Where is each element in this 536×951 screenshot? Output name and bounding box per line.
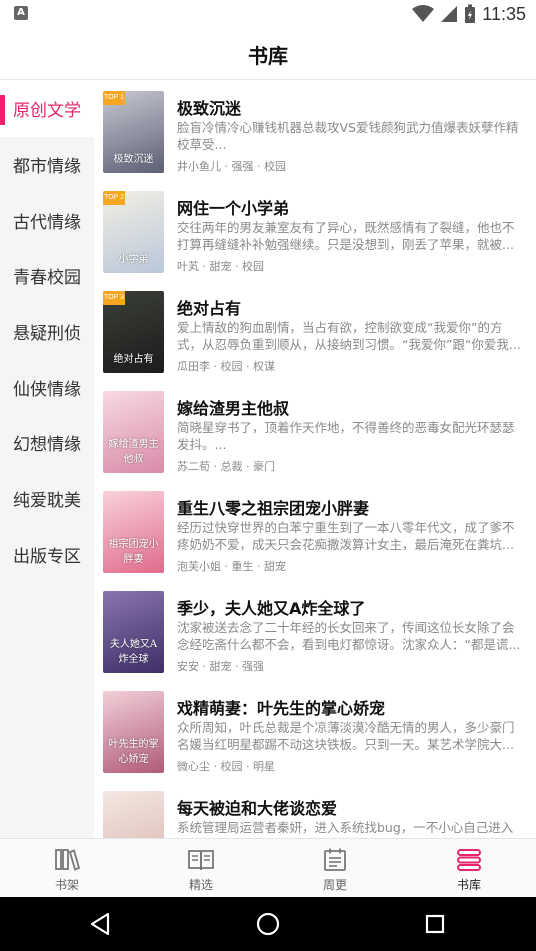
cover-title: 叶先生的掌心娇宠 — [108, 739, 159, 765]
book-title: 嫁给渣男主他叔 — [177, 399, 290, 418]
calendar-icon — [321, 847, 349, 873]
category-label: 古代情缘 — [13, 212, 81, 233]
book-title: 季少，夫人她又A炸全球了 — [177, 599, 366, 618]
recents-button[interactable] — [419, 908, 451, 940]
book-description: 交往两年的男友兼室友有了异心，既然感情有了裂缝，他也不打算再缝缝补补勉强继续。只… — [177, 220, 515, 252]
notification-a-icon: A — [14, 6, 28, 20]
book-description: 爱上情敌的狗血剧情，当占有欲，控制欲变成“我爱你”的方式，从忍辱负重到顺从，从接… — [177, 320, 521, 352]
clock: 11:35 — [482, 3, 526, 24]
category-item-fantasy[interactable]: 幻想情缘 — [0, 415, 94, 471]
category-item-ancient[interactable]: 古代情缘 — [0, 192, 94, 248]
book-tags: 泡芙小姐 · 重生 · 甜宠 — [177, 560, 286, 573]
category-item-urban[interactable]: 都市情缘 — [0, 137, 94, 193]
book-title: 绝对占有 — [177, 299, 242, 318]
book-title: 极致沉迷 — [177, 99, 242, 118]
book-tags: 苏二荀 · 总裁 · 豪门 — [177, 460, 275, 473]
tab-weekly[interactable]: 周更 — [268, 839, 402, 897]
header: 书库 — [0, 28, 536, 80]
category-label: 出版专区 — [13, 546, 81, 567]
library-stack-icon — [455, 847, 483, 873]
book-item[interactable]: TOP 3 绝对占有 绝对占有 爱上情敌的狗血剧情，当占有欲，控制欲变成“我爱你… — [94, 281, 536, 381]
book-tags: 叶芄 · 甜宠 · 校园 — [177, 260, 264, 273]
category-item-bl[interactable]: 纯爱耽美 — [0, 471, 94, 527]
page-title: 书库 — [248, 44, 288, 68]
book-cover: TOP 3 绝对占有 — [103, 291, 164, 373]
book-item[interactable]: 祖宗团宠小胖妻 重生八零之祖宗团宠小胖妻 经历过快穿世界的白苯宁重生到了一本八零… — [94, 481, 536, 581]
tab-label: 书架 — [54, 878, 79, 892]
bottom-tab-bar: 书架 精选 周更 书库 — [0, 838, 536, 897]
book-cover: 祖宗团宠小胖妻 — [103, 491, 164, 573]
open-book-icon — [187, 847, 215, 873]
book-title: 网住一个小学弟 — [177, 199, 290, 218]
cover-title: 小学弟 — [118, 254, 149, 265]
book-title: 戏精萌妻：叶先生的掌心娇宠 — [177, 699, 386, 718]
book-title: 重生八零之祖宗团宠小胖妻 — [177, 499, 370, 518]
book-cover: 叶先生的掌心娇宠 — [103, 691, 164, 773]
recents-square-icon — [425, 914, 445, 934]
book-item[interactable]: 叶先生的掌心娇宠 戏精萌妻：叶先生的掌心娇宠 众所周知，叶氏总裁是个凉薄淡漠冷酷… — [94, 681, 536, 781]
rank-ribbon: TOP 1 — [103, 91, 125, 105]
category-label: 仙侠情缘 — [13, 379, 81, 400]
category-label: 青春校园 — [13, 268, 81, 289]
tab-library[interactable]: 书库 — [402, 839, 536, 897]
category-label: 纯爱耽美 — [13, 491, 81, 512]
category-item-xianxia[interactable]: 仙侠情缘 — [0, 359, 94, 415]
cover-title: 绝对占有 — [113, 354, 154, 365]
category-label: 原创文学 — [13, 101, 81, 122]
book-title: 每天被迫和大佬谈恋爱 — [177, 799, 338, 818]
book-list[interactable]: TOP 1 极致沉迷 极致沉迷 脸盲冷情冷心赚钱机器总裁攻VS爱钱颜狗武力值爆表… — [94, 81, 536, 838]
book-tags: 安安 · 甜宠 · 强强 — [177, 660, 264, 673]
tab-label: 精选 — [188, 878, 213, 892]
book-description: 经历过快穿世界的白苯宁重生到了一本八零年代文，成了爹不疼奶奶不爱，成天只会花痴撒… — [177, 520, 515, 552]
book-description: 众所周知，叶氏总裁是个凉薄淡漠冷酷无情的男人，多少豪门名媛当红明星都踢不动这块铁… — [177, 720, 515, 752]
rank-ribbon: TOP 2 — [103, 191, 125, 205]
tab-bookshelf[interactable]: 书架 — [0, 839, 134, 897]
rank-ribbon: TOP 3 — [103, 291, 125, 305]
category-item-original[interactable]: 原创文学 — [0, 81, 94, 137]
back-button[interactable] — [84, 908, 116, 940]
cover-title: 夫人她又A炸全球 — [109, 639, 158, 665]
category-label: 都市情缘 — [13, 157, 81, 178]
cover-title: 嫁给渣男主他叔 — [108, 439, 159, 465]
book-item[interactable]: 每天被迫和大佬谈恋爱 系统管理局运营者秦妍，进入系统找bug，一不小心自己进入 — [94, 781, 536, 838]
book-item[interactable]: TOP 1 极致沉迷 极致沉迷 脸盲冷情冷心赚钱机器总裁攻VS爱钱颜狗武力值爆表… — [94, 81, 536, 181]
system-nav-bar — [0, 897, 536, 951]
status-bar: A 11:35 — [0, 0, 536, 28]
book-tags: 井小鱼儿 · 强强 · 校园 — [177, 160, 286, 173]
bookshelf-icon — [53, 847, 81, 873]
signal-icon — [441, 6, 458, 22]
category-item-published[interactable]: 出版专区 — [0, 527, 94, 583]
book-description: 系统管理局运营者秦妍，进入系统找bug，一不小心自己进入 — [177, 820, 514, 835]
tab-label: 书库 — [456, 878, 481, 892]
book-description: 简晓星穿书了，顶着作天作地，不得善终的恶毒女配光环瑟瑟发抖。... — [177, 420, 515, 452]
wifi-icon — [412, 5, 435, 22]
home-circle-icon — [256, 912, 280, 936]
home-button[interactable] — [252, 908, 284, 940]
book-description: 沈家被送去念了二十年经的长女回来了，传闻这位长女除了会念经吃斋什么都不会，看到电… — [177, 620, 521, 652]
back-triangle-icon — [90, 912, 110, 936]
book-cover: TOP 1 极致沉迷 — [103, 91, 164, 173]
category-item-campus[interactable]: 青春校园 — [0, 248, 94, 304]
book-cover: TOP 2 小学弟 — [103, 191, 164, 273]
status-icons: 11:35 — [412, 2, 526, 26]
cover-title: 极致沉迷 — [113, 154, 154, 165]
cover-title: 祖宗团宠小胖妻 — [108, 539, 159, 565]
book-description: 脸盲冷情冷心赚钱机器总裁攻VS爱钱颜狗武力值爆表妖孽作精校草受... — [177, 120, 519, 152]
book-cover: 夫人她又A炸全球 — [103, 591, 164, 673]
category-label: 幻想情缘 — [13, 435, 81, 456]
book-item[interactable]: 嫁给渣男主他叔 嫁给渣男主他叔 简晓星穿书了，顶着作天作地，不得善终的恶毒女配光… — [94, 381, 536, 481]
category-item-mystery[interactable]: 悬疑刑侦 — [0, 304, 94, 360]
category-sidebar: 原创文学 都市情缘 古代情缘 青春校园 悬疑刑侦 仙侠情缘 幻想情缘 纯爱耽美 … — [0, 81, 94, 838]
tab-featured[interactable]: 精选 — [134, 839, 268, 897]
tab-label: 周更 — [322, 878, 347, 892]
book-cover — [103, 791, 164, 838]
book-item[interactable]: TOP 2 小学弟 网住一个小学弟 交往两年的男友兼室友有了异心，既然感情有了裂… — [94, 181, 536, 281]
book-cover: 嫁给渣男主他叔 — [103, 391, 164, 473]
book-tags: 微心尘 · 校园 · 明星 — [177, 760, 275, 773]
book-tags: 瓜田李 · 校园 · 权谋 — [177, 360, 275, 373]
category-label: 悬疑刑侦 — [13, 324, 81, 345]
book-item[interactable]: 夫人她又A炸全球 季少，夫人她又A炸全球了 沈家被送去念了二十年经的长女回来了，… — [94, 581, 536, 681]
battery-icon — [465, 4, 476, 23]
